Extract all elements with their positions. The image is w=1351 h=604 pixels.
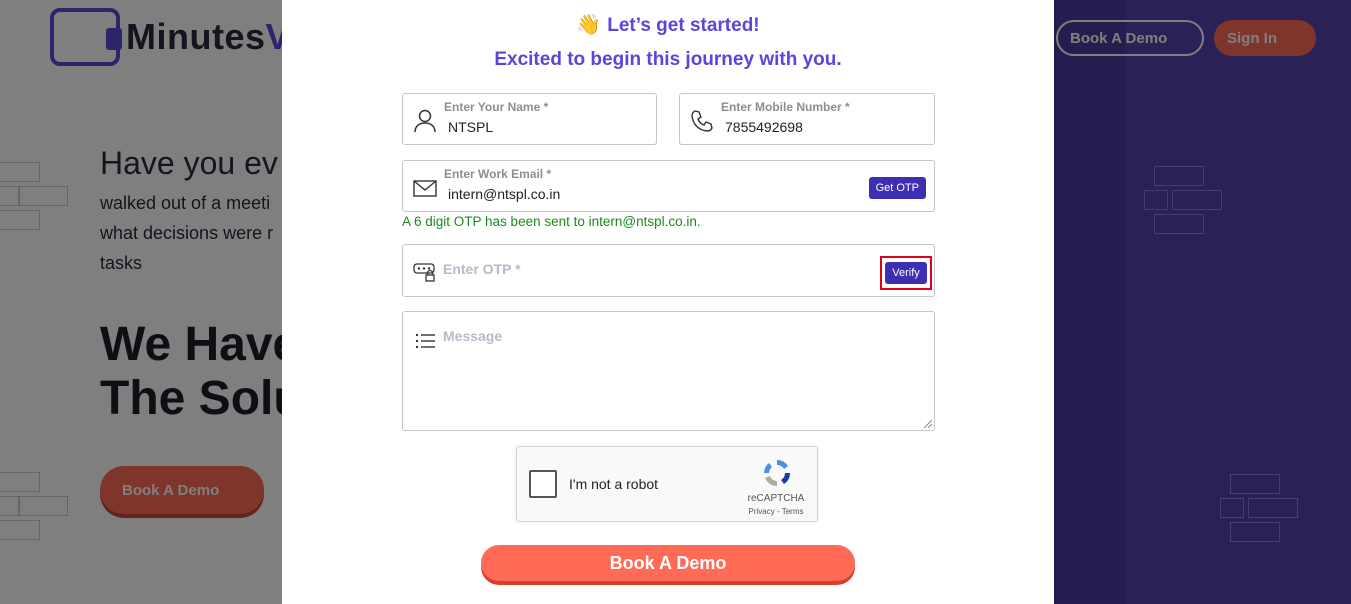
recaptcha-terms[interactable]: Privacy - Terms	[741, 507, 811, 516]
resize-handle-icon[interactable]	[924, 420, 932, 428]
book-demo-modal: 👋 Let’s get started! Excited to begin thi…	[282, 0, 1054, 604]
mobile-field-label: Enter Mobile Number *	[721, 100, 850, 114]
waving-hand-icon: 👋	[576, 14, 602, 36]
mobile-field[interactable]: Enter Mobile Number * 7855492698	[679, 93, 935, 145]
message-field-placeholder: Message	[443, 328, 503, 344]
modal-subtitle: Excited to begin this journey with you.	[494, 49, 842, 70]
message-field[interactable]: Message	[402, 311, 935, 431]
phone-icon	[691, 110, 713, 132]
book-demo-submit-button[interactable]: Book A Demo	[481, 545, 855, 581]
modal-title-row: 👋 Let’s get started!	[282, 12, 1054, 37]
recaptcha-widget: I'm not a robot reCAPTCHA Privacy - Term…	[516, 446, 818, 522]
user-icon	[414, 109, 436, 133]
name-field-value[interactable]: NTSPL	[448, 119, 493, 135]
email-field[interactable]: Enter Work Email * intern@ntspl.co.in Ge…	[402, 160, 935, 212]
name-field[interactable]: Enter Your Name * NTSPL	[402, 93, 657, 145]
envelope-icon	[413, 180, 437, 197]
otp-field[interactable]: Enter OTP * Verify	[402, 244, 935, 297]
email-field-label: Enter Work Email *	[444, 167, 552, 181]
verify-highlight-box: Verify	[880, 256, 932, 290]
list-icon	[415, 333, 435, 349]
otp-field-placeholder: Enter OTP *	[443, 261, 521, 277]
recaptcha-checkbox[interactable]	[529, 470, 557, 498]
name-field-label: Enter Your Name *	[444, 100, 549, 114]
modal-title: Let’s get started!	[607, 15, 760, 36]
mobile-field-value[interactable]: 7855492698	[725, 119, 803, 135]
recaptcha-brand: reCAPTCHA	[747, 493, 805, 504]
recaptcha-label: I'm not a robot	[569, 476, 659, 492]
get-otp-button[interactable]: Get OTP	[868, 177, 926, 199]
email-field-value[interactable]: intern@ntspl.co.in	[448, 186, 560, 202]
otp-sent-message: A 6 digit OTP has been sent to intern@nt…	[402, 214, 701, 229]
password-lock-icon	[413, 263, 435, 282]
verify-button[interactable]: Verify	[885, 262, 927, 284]
recaptcha-logo-icon	[764, 459, 791, 486]
